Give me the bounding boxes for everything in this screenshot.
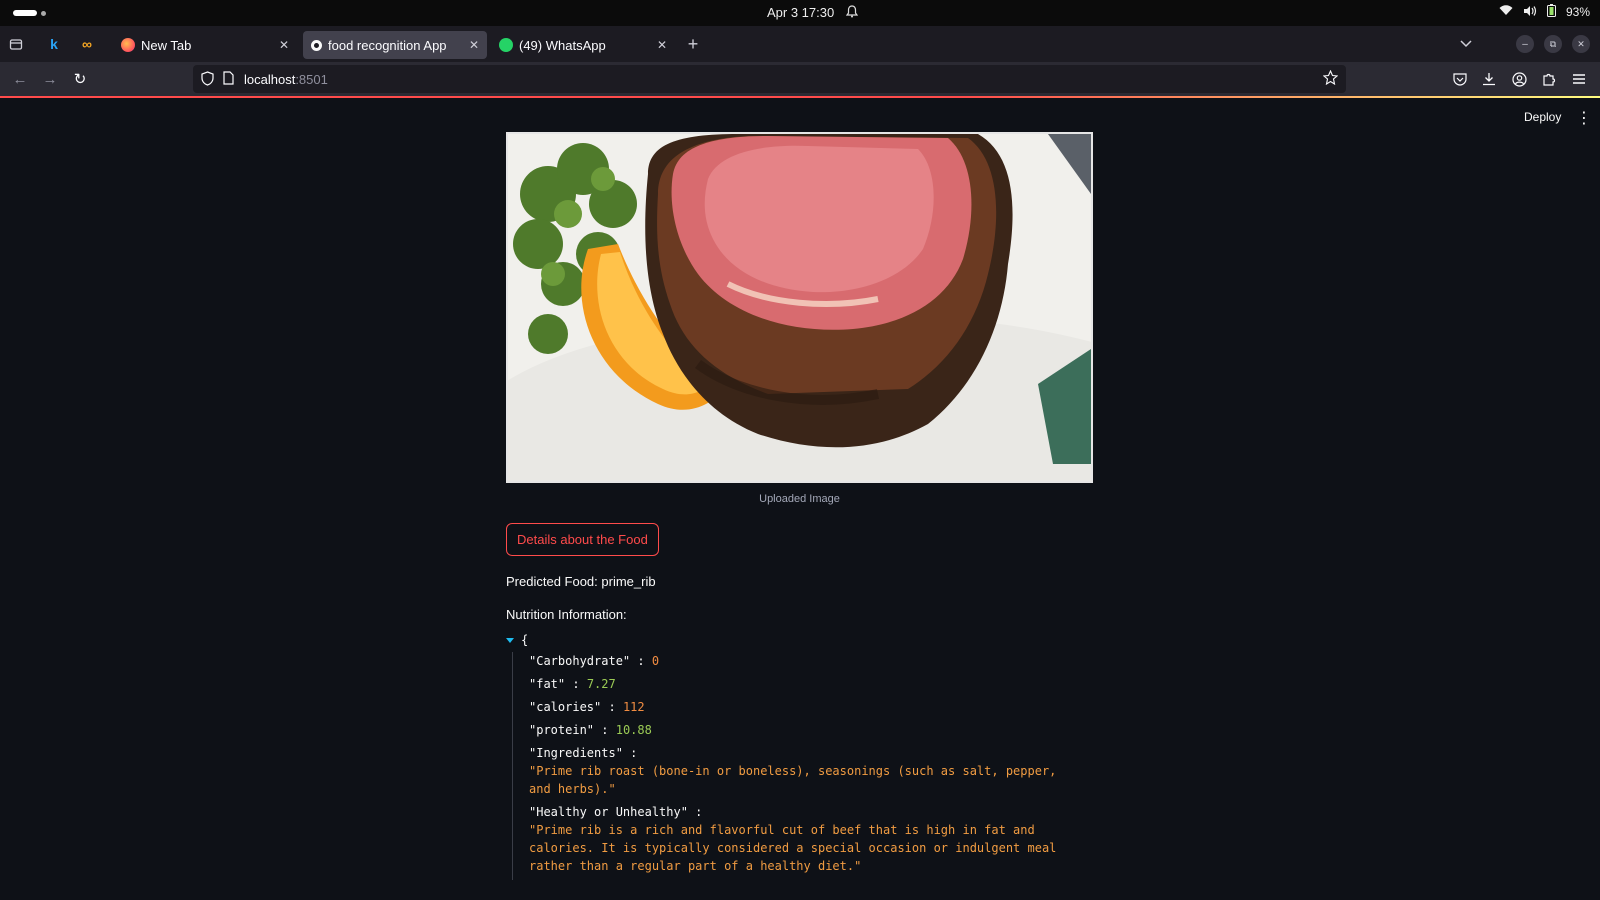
json-row-healthy-or-unhealthy: "Healthy or Unhealthy" : "Prime rib is a… xyxy=(529,803,1072,875)
tab-food-recognition-app[interactable]: food recognition App ✕ xyxy=(303,31,487,59)
workspace-dot xyxy=(41,11,46,16)
url-text: localhost:8501 xyxy=(244,72,328,87)
json-key: "Healthy or Unhealthy" xyxy=(529,805,688,819)
list-all-tabs-chevron-icon[interactable] xyxy=(1454,32,1478,56)
json-value: "Prime rib is a rich and flavorful cut o… xyxy=(529,823,1057,873)
wifi-icon xyxy=(1499,5,1513,19)
predicted-food-text: Predicted Food: prime_rib xyxy=(506,574,656,589)
json-row-ingredients: "Ingredients" : "Prime rib roast (bone-i… xyxy=(529,744,1072,798)
uploaded-food-image xyxy=(506,132,1093,483)
url-host: localhost xyxy=(244,72,296,87)
tab-label: food recognition App xyxy=(328,37,447,53)
json-value: 112 xyxy=(622,700,645,714)
tab-new-tab[interactable]: New Tab ✕ xyxy=(113,31,297,59)
pinned-tab-k-icon[interactable]: k xyxy=(42,32,66,56)
deploy-button[interactable]: Deploy xyxy=(1524,110,1561,124)
main-content: Uploaded Image Details about the Food Pr… xyxy=(506,132,1093,880)
notification-bell-icon[interactable] xyxy=(845,5,859,21)
window-close-icon[interactable]: ✕ xyxy=(1572,35,1590,53)
json-row-calories: "calories" : 112 xyxy=(529,700,645,714)
json-row-fat: "fat" : 7.27 xyxy=(529,677,616,691)
streamlit-icon xyxy=(311,39,322,51)
json-key: "calories" xyxy=(529,700,602,714)
tab-label: (49) WhatsApp xyxy=(519,37,606,53)
json-value: 0 xyxy=(651,654,660,668)
bookmark-star-icon[interactable] xyxy=(1322,69,1339,90)
back-arrow-icon[interactable]: ← xyxy=(9,68,31,90)
json-body: "Carbohydrate" : 0 "fat" : 7.27 "calorie… xyxy=(512,652,1072,880)
activities-indicator[interactable] xyxy=(13,10,37,16)
downloads-icon[interactable] xyxy=(1478,68,1500,90)
json-collapse-caret-icon[interactable] xyxy=(506,638,514,643)
browser-nav-bar: ← → ↻ localhost:8501 xyxy=(0,62,1600,96)
details-about-food-button[interactable]: Details about the Food xyxy=(506,523,659,556)
pinned-tab-infinity-icon[interactable]: ∞ xyxy=(75,32,99,56)
json-open-brace: { xyxy=(521,633,529,647)
json-value: 10.88 xyxy=(615,723,652,737)
account-icon[interactable] xyxy=(1508,68,1530,90)
tab-close-icon[interactable]: ✕ xyxy=(469,38,479,52)
reload-icon[interactable]: ↻ xyxy=(69,68,91,90)
whatsapp-icon xyxy=(499,38,513,52)
nutrition-heading: Nutrition Information: xyxy=(506,607,627,622)
tab-close-icon[interactable]: ✕ xyxy=(657,38,667,52)
browser-tab-strip: k ∞ New Tab ✕ food recognition App ✕ (49… xyxy=(0,26,1600,62)
url-bar[interactable]: localhost:8501 xyxy=(193,65,1346,93)
window-restore-icon[interactable]: ⧉ xyxy=(1544,35,1562,53)
firefox-icon xyxy=(121,38,135,52)
page-info-icon[interactable] xyxy=(223,71,234,90)
battery-percent: 93% xyxy=(1565,5,1590,19)
os-clock[interactable]: Apr 3 17:30 xyxy=(767,5,834,20)
tab-whatsapp[interactable]: (49) WhatsApp ✕ xyxy=(491,31,675,59)
json-value: "Prime rib roast (bone-in or boneless), … xyxy=(529,764,1057,796)
tab-manager-icon[interactable] xyxy=(4,32,28,56)
shield-icon[interactable] xyxy=(201,71,214,91)
app-menu-hamburger-icon[interactable] xyxy=(1568,68,1590,90)
json-key: "Ingredients" xyxy=(529,746,623,760)
json-key: "protein" xyxy=(529,723,595,737)
json-key: "fat" xyxy=(529,677,566,691)
json-value: 7.27 xyxy=(586,677,616,691)
json-key: "Carbohydrate" xyxy=(529,654,631,668)
main-menu-kebab-icon[interactable]: ⋮ xyxy=(1576,108,1592,128)
window-minimize-icon[interactable]: – xyxy=(1516,35,1534,53)
new-tab-plus-icon[interactable]: + xyxy=(681,32,705,56)
json-row-protein: "protein" : 10.88 xyxy=(529,723,652,737)
tab-close-icon[interactable]: ✕ xyxy=(279,38,289,52)
battery-icon xyxy=(1546,4,1556,20)
pocket-icon[interactable] xyxy=(1449,68,1471,90)
tab-label: New Tab xyxy=(141,37,192,53)
streamlit-header-decoration xyxy=(0,96,1600,98)
system-tray[interactable]: 93% xyxy=(1499,4,1590,20)
forward-arrow-icon[interactable]: → xyxy=(39,68,61,90)
volume-icon xyxy=(1523,5,1537,20)
image-caption: Uploaded Image xyxy=(759,493,840,505)
json-row-carbohydrate: "Carbohydrate" : 0 xyxy=(529,654,660,668)
url-port: :8501 xyxy=(295,72,328,87)
extensions-icon[interactable] xyxy=(1538,68,1560,90)
os-top-bar: Apr 3 17:30 93% xyxy=(0,0,1600,26)
